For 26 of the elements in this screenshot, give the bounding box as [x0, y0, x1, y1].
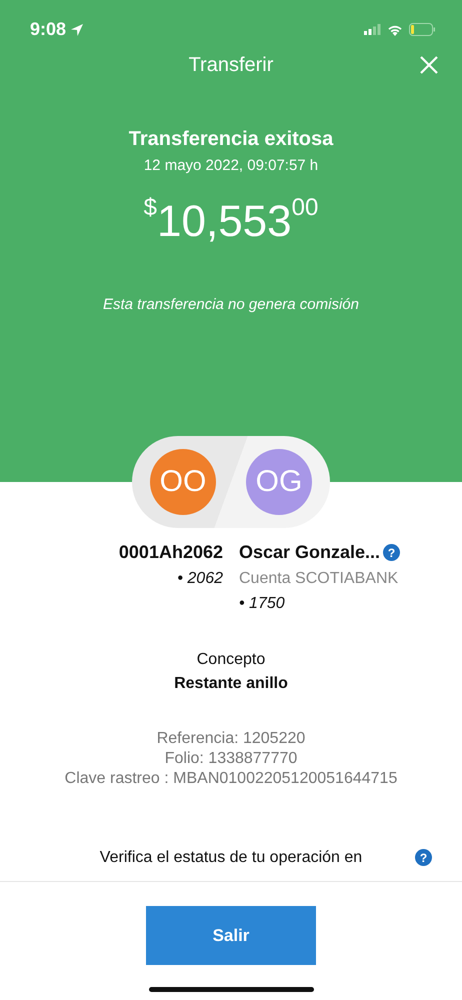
- bank-name: Cuenta SCOTIABANK: [239, 570, 398, 588]
- detail-text: Folio: 1338877770: [164, 749, 298, 769]
- detail-text: Clave rastreo : MBAN01002205120051644715: [64, 769, 398, 789]
- wifi-icon: [387, 24, 403, 36]
- exit-button[interactable]: Salir: [146, 906, 316, 965]
- result-title: Transferencia exitosa: [128, 128, 334, 151]
- concept-label: Concepto: [196, 651, 266, 669]
- note-text: Esta transferencia no genera comisión: [103, 296, 359, 313]
- account-name: Oscar Gonzale...: [239, 542, 380, 563]
- date-text: 12 mayo 2022, 09:07:57 h: [144, 157, 318, 174]
- avatar: OG: [246, 449, 312, 515]
- account-name: 0001Ah2062: [118, 542, 223, 563]
- help-icon[interactable]: ?: [415, 849, 432, 866]
- location-arrow-icon: [70, 22, 84, 36]
- help-icon[interactable]: ?: [383, 544, 400, 561]
- signal-icon: [364, 24, 381, 35]
- screen-title: Transferir: [188, 54, 274, 76]
- detail-text: Referencia: 1205220: [156, 729, 306, 749]
- verify-text: Verifica el estatus de tu operación en: [100, 849, 362, 867]
- battery-icon: [409, 23, 436, 36]
- account-number: • 1750: [239, 595, 285, 613]
- avatar: OO: [150, 449, 216, 515]
- concept-value: Restante anillo: [174, 675, 288, 693]
- close-icon[interactable]: [420, 56, 438, 74]
- account-number: • 2062: [177, 570, 223, 588]
- status-time: 9:08: [30, 19, 66, 40]
